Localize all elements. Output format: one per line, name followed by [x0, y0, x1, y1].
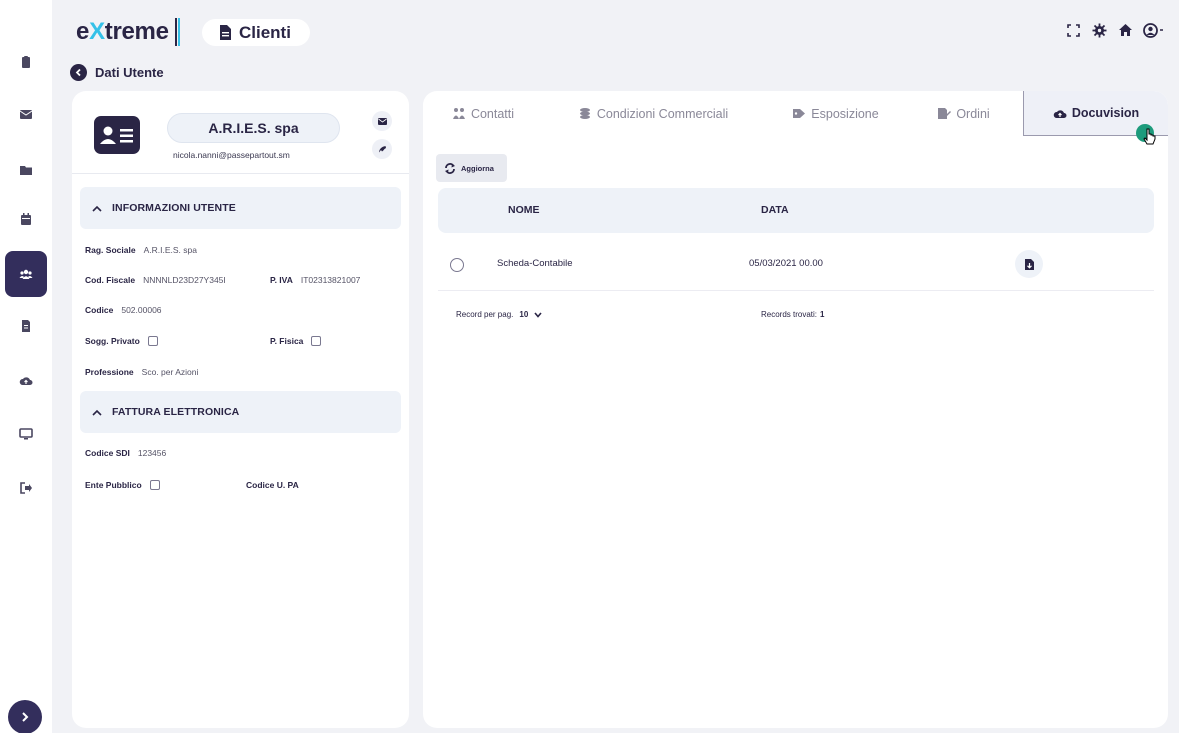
id-card-icon [94, 116, 140, 154]
per-page-select[interactable]: 10 [519, 310, 528, 319]
app-logo[interactable]: eXtreme [76, 18, 169, 46]
topbar: eXtreme Clienti [52, 0, 1179, 58]
chevron-up-icon [92, 409, 102, 416]
phone-icon [378, 145, 386, 152]
monitor-icon[interactable] [0, 419, 52, 449]
per-page-control: Record per pag. 10 [456, 310, 542, 319]
cloud-upload-icon [1053, 109, 1067, 118]
p-fisica-checkbox[interactable] [311, 336, 322, 346]
breadcrumb[interactable]: Dati Utente [70, 64, 164, 81]
cod-fiscale-field: Cod. Fiscale NNNNLD23D27Y345I [85, 275, 226, 285]
logo-bar [175, 18, 180, 46]
column-header-data[interactable]: DATA [761, 204, 789, 216]
divider [72, 173, 409, 174]
breadcrumb-label: Dati Utente [95, 65, 164, 80]
detail-panel: Contatti Condizioni Commerciali Esposizi… [423, 91, 1168, 728]
sogg-privato-field: Sogg. Privato [85, 336, 158, 346]
ente-pubblico-checkbox[interactable] [149, 480, 160, 490]
coins-icon [579, 108, 590, 119]
phone-button[interactable] [372, 139, 392, 159]
table-row[interactable]: Scheda-Contabile 05/03/2021 00.00 [438, 244, 1154, 291]
back-arrow-icon[interactable] [70, 64, 87, 81]
page-title: Clienti [202, 19, 310, 46]
tab-condizioni-commerciali[interactable]: Condizioni Commerciali [568, 91, 738, 136]
home-icon[interactable] [1117, 22, 1133, 38]
users-icon[interactable] [5, 251, 47, 297]
sign-out-icon[interactable] [0, 473, 52, 503]
tab-ordini[interactable]: Ordini [931, 91, 996, 136]
mouse-cursor-icon [1143, 128, 1156, 145]
document-icon[interactable] [0, 311, 52, 341]
cloud-upload-icon[interactable] [0, 366, 52, 396]
row-data: 05/03/2021 00.00 [749, 258, 823, 269]
refresh-button[interactable]: Aggiorna [436, 154, 507, 182]
user-info-panel: A.R.I.E.S. spa nicola.nanni@passepartout… [72, 91, 409, 728]
codice-upa-field: Codice U. PA [246, 480, 299, 490]
info-section-header[interactable]: INFORMAZIONI UTENTE [80, 187, 401, 229]
professione-field: Professione Sco. per Azioni [85, 367, 199, 377]
sidebar [0, 0, 52, 733]
settings-icon[interactable] [1091, 22, 1107, 38]
file-download-icon [1024, 258, 1034, 270]
fullscreen-icon[interactable] [1065, 22, 1081, 38]
piva-field: P. IVA IT02313821007 [270, 275, 361, 285]
envelope-icon [377, 117, 387, 125]
row-nome: Scheda-Contabile [497, 258, 573, 269]
records-found: Records trovati: 1 [761, 310, 825, 319]
chevron-up-icon [92, 205, 102, 212]
calendar-icon[interactable] [0, 204, 52, 234]
user-name: A.R.I.E.S. spa [167, 113, 340, 143]
user-icon[interactable] [1143, 22, 1165, 38]
tab-esposizione[interactable]: Esposizione [783, 91, 888, 136]
p-fisica-field: P. Fisica [270, 336, 322, 346]
clipboard-icon[interactable] [0, 47, 52, 77]
column-header-nome[interactable]: NOME [508, 204, 540, 216]
contacts-icon [452, 108, 465, 119]
fattura-section-header[interactable]: FATTURA ELETTRONICA [80, 391, 401, 433]
rag-sociale-field: Rag. Sociale A.R.I.E.S. spa [85, 245, 197, 255]
row-radio[interactable] [450, 258, 464, 272]
email-button[interactable] [372, 111, 392, 131]
envelope-icon[interactable] [0, 99, 52, 129]
tags-icon [793, 109, 806, 118]
ente-pubblico-field: Ente Pubblico [85, 480, 160, 490]
folder-icon[interactable] [0, 155, 52, 185]
codice-field: Codice 502.00006 [85, 305, 162, 315]
document-icon [220, 25, 231, 40]
chevron-right-icon [22, 712, 29, 722]
tab-contatti[interactable]: Contatti [443, 91, 523, 136]
codice-sdi-field: Codice SDI 123456 [85, 448, 167, 458]
refresh-icon [445, 162, 455, 174]
edit-document-icon [938, 108, 952, 119]
user-email: nicola.nanni@passepartout.sm [173, 150, 290, 160]
topbar-icons [1065, 22, 1165, 38]
expand-sidebar-button[interactable] [8, 700, 42, 733]
download-button[interactable] [1015, 250, 1043, 278]
chevron-down-icon[interactable] [534, 311, 542, 318]
table-header: NOME DATA [438, 188, 1154, 233]
sogg-privato-checkbox[interactable] [147, 336, 158, 346]
